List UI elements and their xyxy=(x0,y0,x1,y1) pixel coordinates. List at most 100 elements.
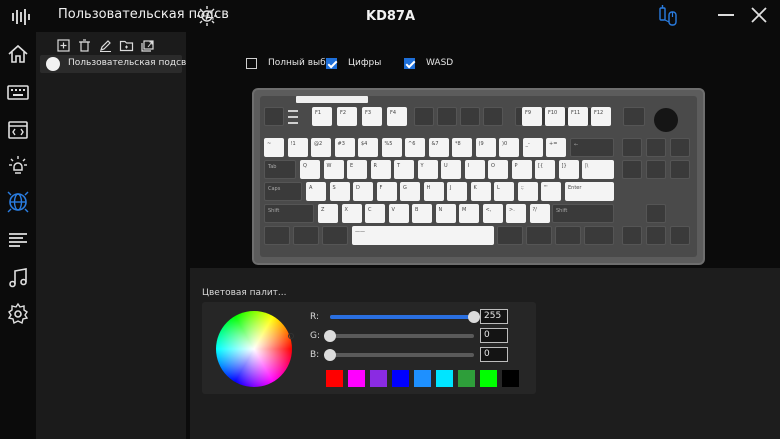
color-swatch[interactable] xyxy=(436,370,453,387)
key[interactable]: ^6 xyxy=(405,138,425,157)
key[interactable]: V xyxy=(388,204,409,223)
slider-thumb-g[interactable] xyxy=(324,330,336,342)
color-swatch[interactable] xyxy=(392,370,409,387)
slider-track-r[interactable] xyxy=(330,311,480,323)
key[interactable]: Q xyxy=(300,160,320,179)
key[interactable]: L xyxy=(494,182,514,201)
key-nav[interactable] xyxy=(670,160,690,179)
key-nav[interactable] xyxy=(622,160,642,179)
delete-icon[interactable] xyxy=(77,38,92,53)
key[interactable]: ]} xyxy=(558,160,579,179)
nav-network[interactable] xyxy=(6,190,30,214)
key-f11[interactable]: F11 xyxy=(568,107,588,126)
key[interactable]: @2 xyxy=(311,138,331,157)
key[interactable]: F xyxy=(376,182,397,201)
key[interactable]: B xyxy=(412,204,432,223)
color-swatch[interactable] xyxy=(326,370,343,387)
color-swatch[interactable] xyxy=(414,370,431,387)
key-backslash[interactable]: |\ xyxy=(582,160,614,179)
key[interactable]: [{ xyxy=(535,160,555,179)
key-f7[interactable] xyxy=(460,107,480,126)
key-win[interactable] xyxy=(293,226,319,245)
key-arrow-up[interactable] xyxy=(646,204,666,223)
value-input-r[interactable]: 255 xyxy=(480,309,508,324)
key[interactable]: += xyxy=(546,138,566,157)
key[interactable]: D xyxy=(353,182,373,201)
color-wheel-handle[interactable] xyxy=(288,333,294,339)
key[interactable]: K xyxy=(470,182,491,201)
key[interactable]: X xyxy=(341,204,362,223)
slider-track-g[interactable] xyxy=(324,330,474,342)
volume-knob[interactable] xyxy=(654,108,678,132)
key-alt-right[interactable] xyxy=(497,226,523,245)
key[interactable]: W xyxy=(323,160,344,179)
color-swatch[interactable] xyxy=(502,370,519,387)
key[interactable]: Y xyxy=(417,160,438,179)
key-f12[interactable]: F12 xyxy=(591,107,611,126)
key-tab[interactable]: Tab xyxy=(264,160,296,179)
device-icon[interactable] xyxy=(658,5,678,27)
key-f3[interactable]: F3 xyxy=(362,107,382,126)
key-backspace[interactable]: ← xyxy=(570,138,614,157)
key-fn[interactable] xyxy=(526,226,552,245)
minimize-icon[interactable] xyxy=(718,14,734,16)
key-nav[interactable] xyxy=(646,160,666,179)
key-f8[interactable] xyxy=(483,107,503,126)
key[interactable]: T xyxy=(394,160,414,179)
nav-macro[interactable] xyxy=(6,118,30,142)
color-wheel[interactable] xyxy=(216,311,294,387)
key[interactable]: &7 xyxy=(428,138,449,157)
key[interactable]: $4 xyxy=(358,138,378,157)
key[interactable]: G xyxy=(400,182,420,201)
key[interactable]: E xyxy=(347,160,367,179)
key-f5[interactable] xyxy=(414,107,434,126)
key[interactable]: I xyxy=(464,160,485,179)
key[interactable]: :; xyxy=(517,182,538,201)
key[interactable]: %5 xyxy=(381,138,402,157)
color-swatch[interactable] xyxy=(480,370,497,387)
key[interactable]: >. xyxy=(506,204,526,223)
checkbox-wasd[interactable] xyxy=(404,58,415,69)
color-swatch[interactable] xyxy=(370,370,387,387)
key-f9[interactable]: F9 xyxy=(522,107,542,126)
nav-keyboard[interactable] xyxy=(6,80,30,104)
color-swatch[interactable] xyxy=(458,370,475,387)
sun-icon[interactable] xyxy=(196,5,218,27)
key[interactable]: S xyxy=(329,182,350,201)
edit-icon[interactable] xyxy=(98,38,113,53)
close-icon[interactable] xyxy=(750,6,768,24)
key-f10[interactable]: F10 xyxy=(545,107,565,126)
slider-track-b[interactable] xyxy=(324,349,474,361)
key[interactable]: )0 xyxy=(499,138,519,157)
key-arrow[interactable] xyxy=(670,226,690,245)
slider-thumb-b[interactable] xyxy=(324,349,336,361)
key[interactable]: P xyxy=(511,160,532,179)
key[interactable]: H xyxy=(423,182,444,201)
key-nav[interactable] xyxy=(646,138,666,157)
key-ctrl-right[interactable] xyxy=(584,226,614,245)
checkbox-digits[interactable] xyxy=(326,58,337,69)
profile-list-item[interactable]: Пользовательская подсв xyxy=(40,55,186,73)
key[interactable]: <, xyxy=(482,204,503,223)
color-swatch[interactable] xyxy=(348,370,365,387)
key[interactable]: R xyxy=(370,160,391,179)
nav-list[interactable] xyxy=(6,228,30,252)
key-alt-left[interactable] xyxy=(322,226,348,245)
key-nav[interactable] xyxy=(622,138,642,157)
key-f2[interactable]: F2 xyxy=(337,107,357,126)
key[interactable]: !1 xyxy=(287,138,308,157)
nav-home[interactable] xyxy=(6,42,30,66)
key[interactable]: _- xyxy=(522,138,543,157)
checkbox-full-select[interactable] xyxy=(246,58,257,69)
key[interactable]: (9 xyxy=(475,138,496,157)
key[interactable]: U xyxy=(441,160,461,179)
folder-icon[interactable] xyxy=(119,38,134,53)
key-prtsc[interactable] xyxy=(623,107,645,126)
slider-thumb-r[interactable] xyxy=(468,311,480,323)
key[interactable]: C xyxy=(365,204,385,223)
key[interactable]: J xyxy=(447,182,467,201)
key[interactable]: "' xyxy=(541,182,561,201)
key-f6[interactable] xyxy=(437,107,457,126)
value-input-b[interactable]: 0 xyxy=(480,347,508,362)
key[interactable]: ?/ xyxy=(529,204,550,223)
